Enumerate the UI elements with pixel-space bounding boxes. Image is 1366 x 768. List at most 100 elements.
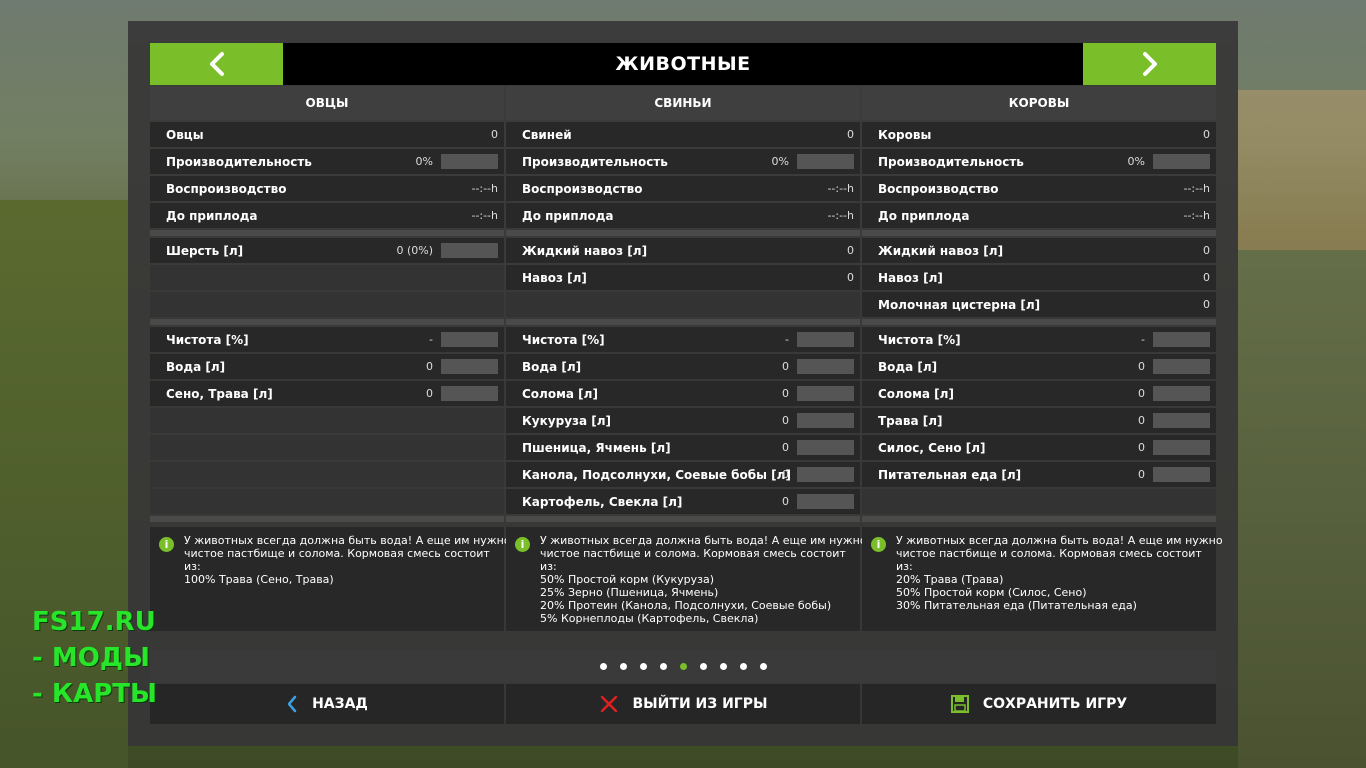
stat-label: Коровы: [878, 127, 932, 142]
prev-page-button[interactable]: [150, 43, 283, 85]
save-game-button[interactable]: СОХРАНИТЬ ИГРУ: [862, 684, 1216, 724]
background-farm-building: [1238, 90, 1366, 250]
level-bar: [797, 386, 854, 401]
page-dot[interactable]: [759, 662, 767, 670]
level-bar: [797, 332, 854, 347]
stat-row: Пшеница, Ячмень [л] 0: [506, 435, 860, 460]
info-box: i У животных всегда должна быть вода! А е…: [150, 527, 511, 631]
stat-label: Сено, Трава [л]: [166, 386, 273, 401]
stat-value: 0: [782, 441, 789, 454]
info-text-line: чистое пастбище и солома. Кормовая смесь…: [540, 547, 846, 560]
info-text-line: У животных всегда должна быть вода! А ещ…: [184, 534, 511, 547]
info-text-line: 20% Трава (Трава): [896, 573, 1004, 586]
stat-row: Вода [л] 0: [150, 354, 504, 379]
page-dot[interactable]: [639, 662, 647, 670]
info-text-line: У животных всегда должна быть вода! А ещ…: [540, 534, 867, 547]
stat-label: Овцы: [166, 127, 204, 142]
info-text-line: 50% Простой корм (Силос, Сено): [896, 586, 1087, 599]
stat-value: 0: [782, 468, 789, 481]
stat-label: Вода [л]: [878, 359, 938, 374]
stat-row: Производительность 0%: [862, 149, 1216, 174]
info-text-line: 20% Протеин (Канола, Подсолнухи, Соевые …: [540, 599, 832, 612]
back-button-label: НАЗАД: [312, 696, 368, 712]
stat-row: Канола, Подсолнухи, Соевые бобы [л] 0: [506, 462, 860, 487]
save-game-button-label: СОХРАНИТЬ ИГРУ: [982, 696, 1128, 712]
page-dot[interactable]: [739, 662, 747, 670]
stat-label: Производительность: [522, 154, 668, 169]
stat-value: 0 (0%): [396, 244, 433, 257]
stat-row: Кукуруза [л] 0: [506, 408, 860, 433]
stat-label: Силос, Сено [л]: [878, 440, 986, 455]
next-page-button[interactable]: [1083, 43, 1216, 85]
stat-row: До приплода --:--h: [506, 203, 860, 228]
page-dot-active[interactable]: [679, 662, 687, 670]
stat-value: 0: [1203, 128, 1210, 141]
level-bar: [441, 386, 498, 401]
stat-value: -: [785, 333, 789, 346]
level-bar: [1153, 440, 1210, 455]
stat-label: Кукуруза [л]: [522, 413, 612, 428]
stat-label: Навоз [л]: [522, 270, 587, 285]
stat-label: Воспроизводство: [166, 181, 287, 196]
page-dot[interactable]: [699, 662, 707, 670]
stat-value: 0: [491, 128, 498, 141]
page-dot[interactable]: [659, 662, 667, 670]
stat-value: 0: [1138, 441, 1145, 454]
back-button[interactable]: НАЗАД: [150, 684, 504, 724]
stat-value: 0%: [415, 155, 433, 168]
chevron-left-icon: [209, 52, 224, 76]
stat-value: 0: [1138, 414, 1145, 427]
stat-value: 0%: [1127, 155, 1145, 168]
page-dot[interactable]: [599, 662, 607, 670]
stat-value: --:--h: [1183, 209, 1210, 222]
chevron-right-icon: [1142, 52, 1157, 76]
section-divider: [150, 319, 504, 325]
info-text-line: из:: [184, 560, 201, 573]
level-bar: [441, 332, 498, 347]
stat-label: Воспроизводство: [522, 181, 643, 196]
section-divider: [862, 319, 1216, 325]
empty-row: [150, 462, 504, 487]
stat-label: До приплода: [878, 208, 970, 223]
stat-row: Воспроизводство --:--h: [150, 176, 504, 201]
stat-value: --:--h: [471, 209, 498, 222]
stat-label: Питательная еда [л]: [878, 467, 1022, 482]
stat-row: Чистота [%] -: [862, 327, 1216, 352]
empty-row: [150, 489, 504, 514]
stat-label: Жидкий навоз [л]: [522, 243, 648, 258]
info-icon: i: [515, 537, 530, 552]
info-icon: i: [159, 537, 174, 552]
stat-row: Трава [л] 0: [862, 408, 1216, 433]
quit-game-button[interactable]: ВЫЙТИ ИЗ ИГРЫ: [506, 684, 860, 724]
section-divider: [150, 230, 504, 236]
stat-row: Свиней 0: [506, 122, 860, 147]
close-icon: [600, 695, 617, 713]
stat-value: -: [1141, 333, 1145, 346]
stat-label: До приплода: [166, 208, 258, 223]
stat-label: Чистота [%]: [878, 332, 961, 347]
stat-label: Шерсть [л]: [166, 243, 244, 258]
info-box: i У животных всегда должна быть вода! А е…: [506, 527, 867, 631]
stat-row: Чистота [%] -: [150, 327, 504, 352]
stat-row: Производительность 0%: [150, 149, 504, 174]
stat-row: Воспроизводство --:--h: [862, 176, 1216, 201]
stat-label: Вода [л]: [166, 359, 226, 374]
level-bar: [797, 413, 854, 428]
bottom-bar: НАЗАД ВЫЙТИ ИЗ ИГРЫ СОХРАНИТЬ ИГРУ: [150, 684, 1216, 724]
stat-label: Производительность: [166, 154, 312, 169]
level-bar: [1153, 154, 1210, 169]
pagination-dots: [150, 650, 1216, 682]
stat-value: --:--h: [827, 182, 854, 195]
stat-label: Чистота [%]: [166, 332, 249, 347]
empty-row: [862, 489, 1216, 514]
section-divider: [862, 516, 1216, 522]
stat-value: 0: [847, 244, 854, 257]
stat-value: 0: [1203, 244, 1210, 257]
stat-label: Производительность: [878, 154, 1024, 169]
page-dot[interactable]: [719, 662, 727, 670]
column-header: СВИНЬИ: [506, 86, 860, 120]
page-dot[interactable]: [619, 662, 627, 670]
empty-row: [150, 408, 504, 433]
level-bar: [797, 494, 854, 509]
stat-label: Трава [л]: [878, 413, 943, 428]
